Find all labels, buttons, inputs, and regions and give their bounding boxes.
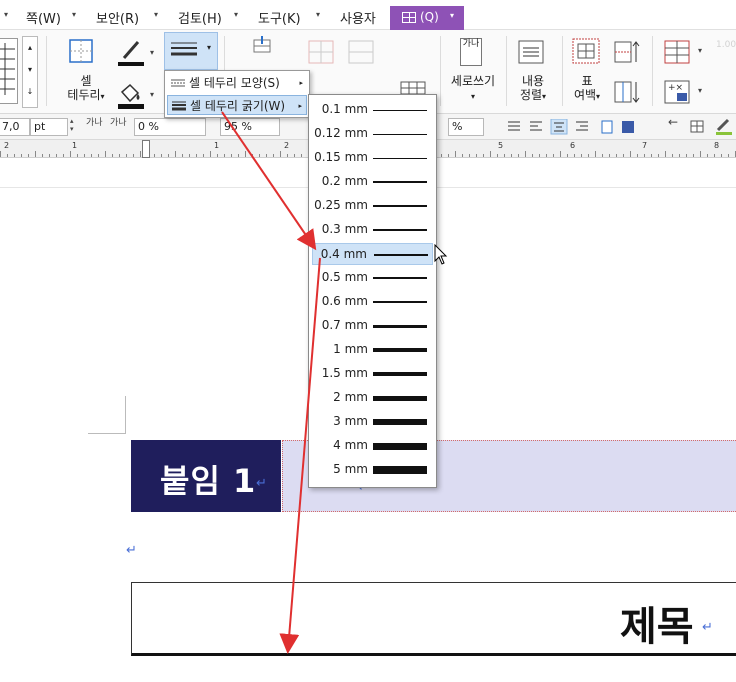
arrow-to-title-border bbox=[279, 257, 321, 654]
mouse-cursor-icon bbox=[434, 244, 448, 265]
annotation-arrows bbox=[221, 111, 321, 654]
app-window: { "menubar": { "items": ["쪽(W)", "보안(R)"… bbox=[0, 0, 736, 682]
arrow-to-option bbox=[221, 111, 317, 251]
